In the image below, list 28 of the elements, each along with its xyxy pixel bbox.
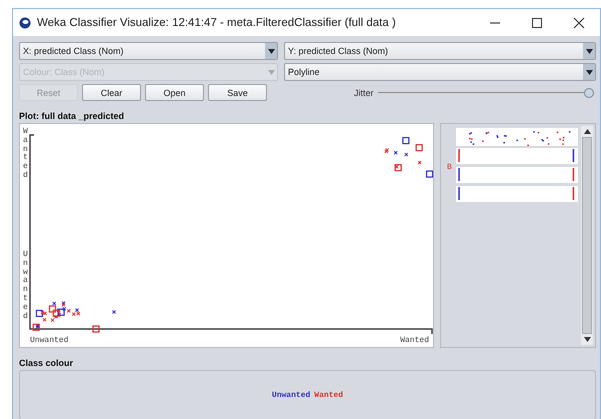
app-icon [19,16,31,28]
toolbar-button[interactable]: Save [208,84,267,101]
caret-icon [268,70,274,74]
dropdown[interactable]: Polyline [284,63,596,81]
dropdown[interactable]: X: predicted Class (Nom) [19,42,278,60]
close-icon[interactable] [572,16,586,30]
caret-icon [268,48,274,54]
axis-label: Unwanted [30,336,68,345]
scroll-up-icon[interactable] [584,129,590,134]
legend-mark: B [447,163,452,172]
scrollbar[interactable] [581,126,593,345]
toolbar-button[interactable]: Clear [82,84,141,101]
axis-label: Wanted [23,128,29,181]
plot-title: Plot: full data _predicted [19,111,126,121]
class-label: Unwanted [272,390,310,400]
toolbar-button[interactable]: Open [145,84,204,101]
class-label: Wanted [314,390,344,400]
maximize-icon[interactable] [530,16,544,30]
window-title: Weka Classifier Visualize: 12:41:47 - meta.FilteredClassifier (full data ) [37,16,396,28]
scroll-down-icon[interactable] [584,337,590,342]
caret-icon [586,70,592,74]
section-title: Class colour [19,358,74,368]
dropdown[interactable]: Y: predicted Class (Nom) [284,42,596,60]
axis-label: Wanted [400,336,429,345]
jitter-label: Jitter [354,88,374,98]
slider-thumb[interactable] [584,88,594,98]
caret-icon [586,48,592,54]
axis-label: Unwanted [23,251,29,322]
